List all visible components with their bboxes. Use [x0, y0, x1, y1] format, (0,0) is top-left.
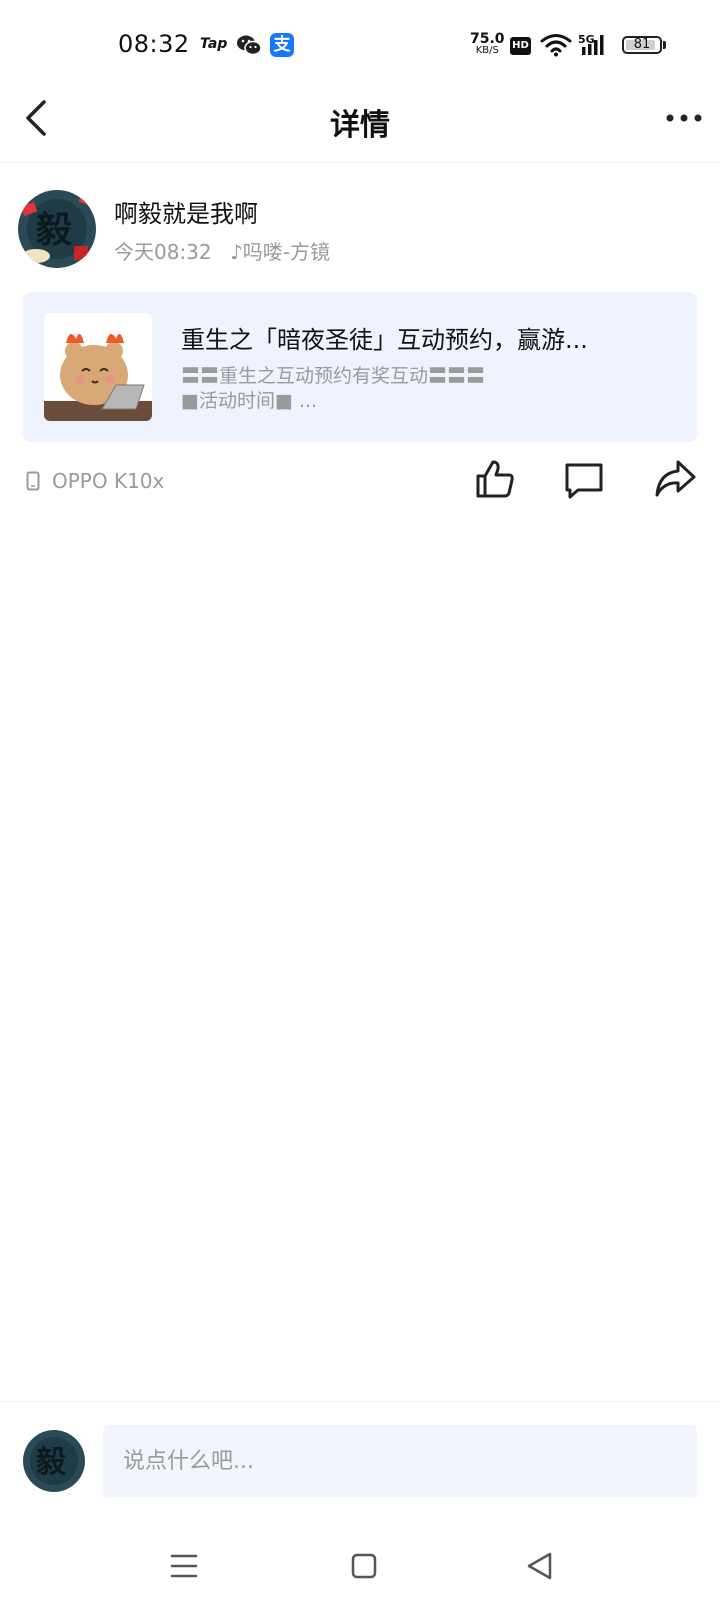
status-time: 08:32	[118, 30, 190, 58]
music-info[interactable]: ♪吗喽-方镜	[230, 236, 330, 265]
thumbs-up-icon[interactable]	[474, 458, 516, 500]
header-divider	[0, 162, 720, 163]
wifi-icon	[540, 34, 572, 57]
card-description: 〓〓重生之互动预约有奖互动〓〓〓 ■活动时间■ ...	[181, 364, 541, 414]
comment-icon[interactable]	[564, 460, 604, 500]
bottom-divider	[0, 1401, 720, 1402]
svg-text:毅: 毅	[36, 209, 73, 251]
post-time: 今天08:32	[114, 240, 212, 264]
author-avatar[interactable]: 毅	[18, 190, 96, 268]
alipay-icon: 支	[270, 33, 294, 57]
hd-badge: HD	[510, 37, 531, 55]
music-title: 吗喽-方镜	[242, 240, 330, 264]
net-speed: 75.0 KB/S	[470, 32, 505, 57]
wechat-icon	[237, 35, 262, 56]
author-name[interactable]: 啊毅就是我啊	[114, 194, 258, 229]
card-thumbnail	[44, 313, 152, 421]
battery-cap	[663, 41, 666, 49]
battery-level: 81	[633, 37, 651, 52]
device-name: OPPO K10x	[52, 469, 165, 493]
post-link-card[interactable]: 重生之「暗夜圣徒」互动预约，赢游... 〓〓重生之互动预约有奖互动〓〓〓 ■活动…	[23, 292, 697, 442]
nav-back-icon[interactable]	[526, 1551, 554, 1581]
battery-indicator: 81	[622, 36, 662, 54]
comment-input[interactable]	[103, 1425, 697, 1497]
card-title: 重生之「暗夜圣徒」互动预约，赢游...	[181, 326, 588, 354]
svg-text:5G: 5G	[578, 33, 595, 46]
share-icon[interactable]	[654, 458, 696, 500]
tap-app-icon: Tap	[200, 36, 228, 52]
music-note-icon: ♪	[230, 240, 243, 264]
nav-menu-icon[interactable]	[170, 1552, 198, 1580]
cellular-signal-icon: 5G	[578, 33, 614, 61]
more-dots-icon[interactable]	[664, 106, 704, 130]
phone-icon	[26, 471, 40, 491]
my-avatar[interactable]: 毅	[23, 1430, 85, 1492]
card-desc-line1: 〓〓重生之互动预约有奖互动〓〓〓	[181, 365, 486, 387]
svg-text:毅: 毅	[36, 1445, 67, 1480]
page-title: 详情	[330, 108, 390, 143]
card-desc-line2: ■活动时间■ ...	[181, 390, 318, 412]
nav-home-icon[interactable]	[350, 1552, 378, 1580]
